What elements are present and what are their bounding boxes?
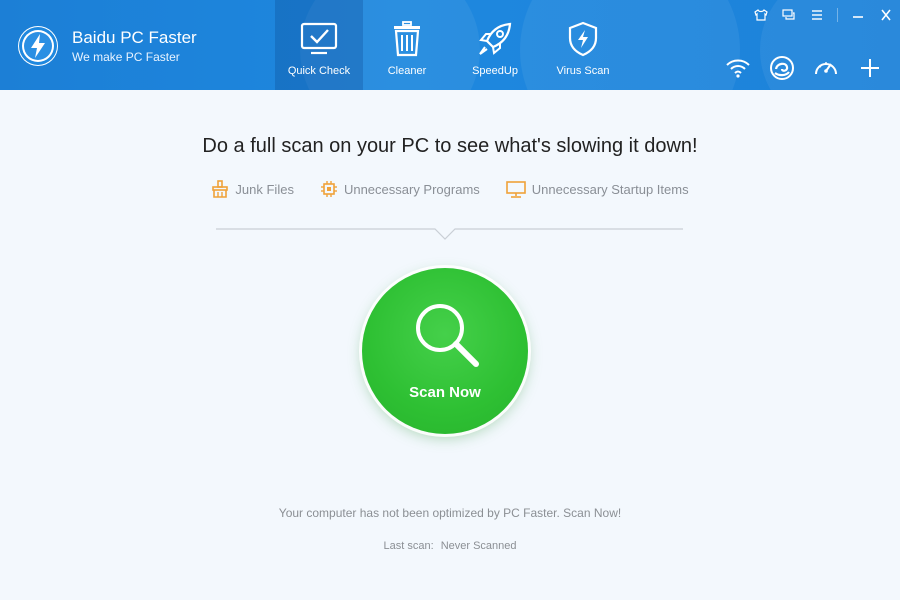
plus-icon[interactable] xyxy=(848,52,892,84)
tab-virus-scan[interactable]: Virus Scan xyxy=(539,0,627,90)
feature-unnecessary-startup-items: Unnecessary Startup Items xyxy=(505,180,689,198)
tab-cleaner[interactable]: Cleaner xyxy=(363,0,451,90)
title-bar: Baidu PC Faster We make PC Faster Quick … xyxy=(0,0,900,90)
tab-label: Quick Check xyxy=(287,65,351,77)
feature-junk-files: Junk Files xyxy=(211,180,294,198)
feature-list: Junk Files Unnecessary Programs Unnecess… xyxy=(0,180,900,198)
trash-icon xyxy=(390,20,424,58)
wifi-icon[interactable] xyxy=(716,52,760,84)
scan-now-label: Scan Now xyxy=(409,384,481,401)
last-scan-label: Last scan: xyxy=(383,540,434,552)
skin-icon[interactable] xyxy=(747,6,775,24)
quick-check-panel: Do a full scan on your PC to see what's … xyxy=(0,90,900,600)
feature-label: Unnecessary Programs xyxy=(343,181,480,197)
feature-label: Unnecessary Startup Items xyxy=(531,181,689,197)
app-subtitle: We make PC Faster xyxy=(72,50,180,64)
app-title: Baidu PC Faster xyxy=(72,28,197,47)
magnifier-icon xyxy=(416,304,479,367)
tab-label: Virus Scan xyxy=(556,65,610,77)
rocket-icon xyxy=(477,20,513,58)
window-controls xyxy=(747,6,900,24)
speedometer-icon[interactable] xyxy=(804,52,848,84)
tab-quick-check[interactable]: Quick Check xyxy=(275,0,363,90)
divider xyxy=(216,228,683,240)
main-nav: Quick Check Cleaner SpeedUp Virus Scan xyxy=(275,0,627,90)
broom-icon xyxy=(212,180,229,198)
cleaner-swirl-icon[interactable] xyxy=(760,52,804,84)
minimize-icon[interactable] xyxy=(844,6,872,24)
last-scan-info: Last scan: Never Scanned xyxy=(0,540,900,552)
feature-unnecessary-programs: Unnecessary Programs xyxy=(320,180,480,198)
last-scan-value: Never Scanned xyxy=(440,540,517,552)
status-message: Your computer has not been optimized by … xyxy=(278,506,622,520)
feedback-icon[interactable] xyxy=(775,6,803,24)
tab-label: Cleaner xyxy=(387,65,427,77)
brand: Baidu PC Faster We make PC Faster xyxy=(18,26,197,66)
shield-bolt-icon xyxy=(567,20,599,58)
feature-label: Junk Files xyxy=(235,181,294,197)
toolbar xyxy=(716,52,892,84)
scan-now-button[interactable]: Scan Now xyxy=(362,268,528,434)
page-title: Do a full scan on your PC to see what's … xyxy=(202,135,698,157)
close-icon[interactable] xyxy=(872,6,900,24)
separator xyxy=(837,8,838,22)
menu-icon[interactable] xyxy=(803,6,831,24)
tab-label: SpeedUp xyxy=(472,65,518,77)
chip-icon xyxy=(320,181,337,197)
baidu-pc-faster-logo-icon xyxy=(18,26,58,66)
monitor-check-icon xyxy=(300,20,338,58)
tab-speedup[interactable]: SpeedUp xyxy=(451,0,539,90)
monitor-icon xyxy=(505,181,526,198)
